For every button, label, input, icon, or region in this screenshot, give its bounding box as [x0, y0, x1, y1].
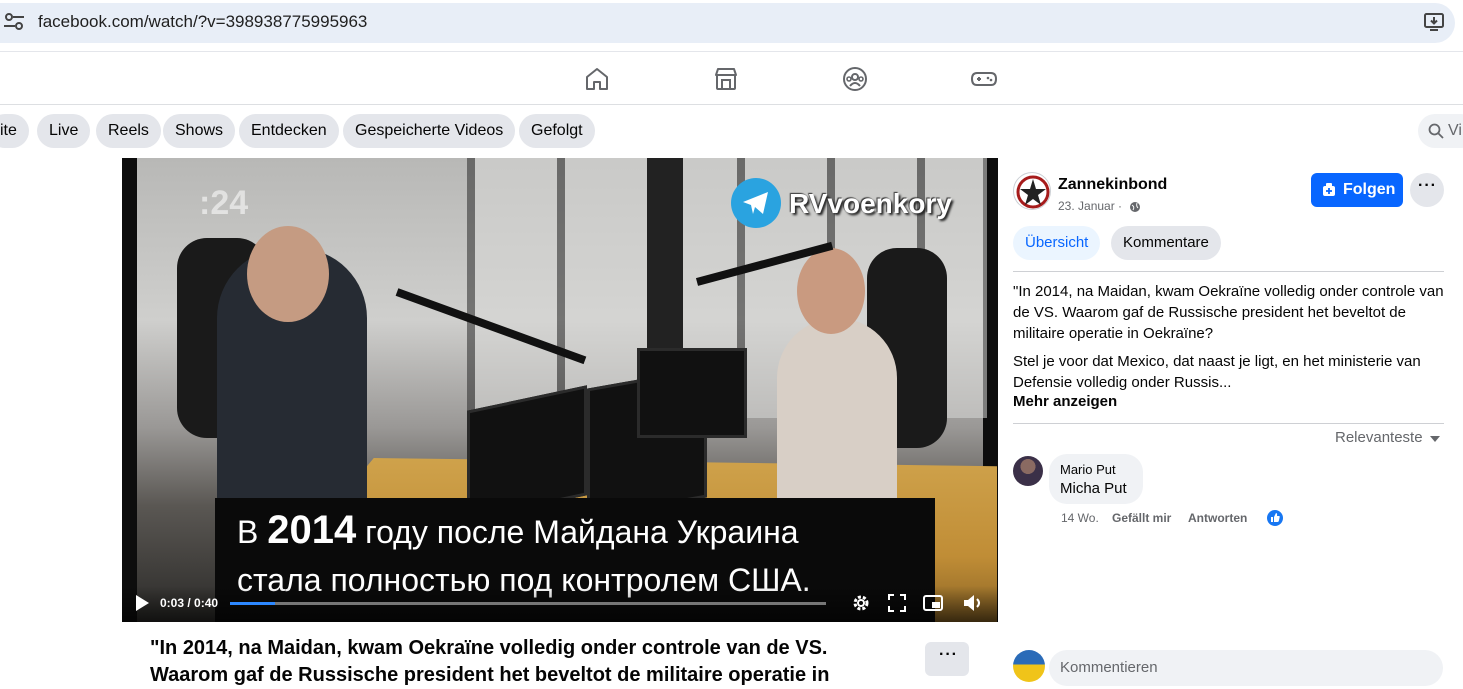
divider	[0, 51, 1463, 52]
post-description-continued: Stel je voor dat Mexico, dat naast je li…	[1013, 353, 1421, 391]
marketplace-icon[interactable]	[713, 66, 739, 92]
install-app-icon[interactable]	[1423, 11, 1445, 33]
search-placeholder: Vi	[1448, 122, 1462, 139]
fullscreen-icon[interactable]	[886, 592, 908, 614]
chip-saved-videos[interactable]: Gespeicherte Videos	[343, 114, 516, 148]
divider	[1013, 423, 1444, 424]
channel-overlay-name: RVvoenkory	[789, 188, 952, 219]
comment-author[interactable]: Mario Put	[1060, 462, 1116, 477]
follow-button[interactable]: Folgen	[1311, 173, 1403, 207]
post-title: "In 2014, na Maidan, kwam Oekraïne volle…	[150, 637, 830, 686]
chip-shows[interactable]: Shows	[163, 114, 236, 148]
page-options-button[interactable]: ···	[1410, 173, 1444, 207]
site-settings-icon[interactable]	[4, 13, 24, 31]
video-frame: :24 RVvoenkory В 2014 году после Майдана…	[137, 158, 997, 622]
caret-down-icon[interactable]	[1430, 436, 1440, 442]
page-name[interactable]: Zannekinbond	[1058, 176, 1167, 194]
telegram-icon	[731, 178, 781, 228]
groups-icon[interactable]	[842, 66, 868, 92]
volume-icon[interactable]	[962, 592, 984, 614]
chip-live[interactable]: Live	[37, 114, 91, 148]
follow-page-icon	[1323, 183, 1335, 196]
picture-in-picture-icon[interactable]	[922, 592, 944, 614]
current-user-avatar[interactable]	[1013, 650, 1045, 682]
url-text[interactable]: facebook.com/watch/?v=398938775995963	[38, 12, 367, 32]
divider	[0, 104, 1463, 105]
video-time: 0:03 / 0:40	[160, 596, 219, 610]
see-more-link[interactable]: Mehr anzeigen	[1013, 393, 1117, 410]
video-player[interactable]: :24 RVvoenkory В 2014 году после Майдана…	[122, 158, 998, 622]
man-head	[247, 226, 329, 322]
subtitle-line-1: В 2014 году после Майдана Украина	[237, 508, 799, 552]
chip-home[interactable]: ite	[0, 114, 29, 148]
comment-text: Micha Put	[1060, 480, 1127, 497]
chip-reels[interactable]: Reels	[96, 114, 161, 148]
gaming-icon[interactable]	[971, 66, 997, 92]
more-dots-icon: ···	[1418, 177, 1437, 194]
video-progress-fill	[230, 602, 275, 605]
woman-head	[797, 248, 865, 334]
tab-overview[interactable]: Übersicht	[1013, 226, 1101, 260]
comment-reply-button[interactable]: Antworten	[1188, 511, 1247, 525]
comment-placeholder: Kommentieren	[1060, 659, 1158, 676]
divider	[1013, 271, 1444, 272]
page-logo-icon	[1016, 175, 1050, 209]
search-input[interactable]: Vi	[1418, 114, 1463, 148]
home-icon[interactable]	[584, 66, 610, 92]
commenter-avatar[interactable]	[1013, 456, 1043, 486]
page-avatar[interactable]	[1013, 172, 1051, 210]
play-icon[interactable]	[134, 594, 150, 612]
post-more-button[interactable]: ···	[925, 642, 969, 676]
monitor	[637, 348, 747, 438]
comment-input[interactable]: Kommentieren	[1049, 650, 1443, 686]
settings-gear-icon[interactable]	[850, 592, 872, 614]
comment-like-button[interactable]: Gefällt mir	[1112, 511, 1171, 525]
follow-label: Folgen	[1343, 181, 1396, 198]
post-description: "In 2014, na Maidan, kwam Oekraïne volle…	[1013, 283, 1444, 342]
chip-explore[interactable]: Entdecken	[239, 114, 339, 148]
video-progress-bar[interactable]	[230, 602, 826, 605]
channel-watermark: :24	[199, 184, 249, 222]
video-controls: 0:03 / 0:40	[122, 586, 998, 622]
more-dots-icon: ···	[939, 646, 958, 663]
like-reaction-icon[interactable]	[1267, 510, 1283, 526]
globe-icon	[1130, 202, 1140, 212]
browser-address-bar: facebook.com/watch/?v=398938775995963	[0, 0, 1463, 46]
post-date[interactable]: 23. Januar ·	[1058, 199, 1122, 213]
tab-comments[interactable]: Kommentare	[1111, 226, 1221, 260]
chip-following[interactable]: Gefolgt	[519, 114, 595, 148]
comment-age[interactable]: 14 Wo.	[1061, 511, 1099, 525]
search-icon	[1428, 123, 1444, 139]
comment-sort-dropdown[interactable]: Relevanteste	[1335, 429, 1423, 446]
